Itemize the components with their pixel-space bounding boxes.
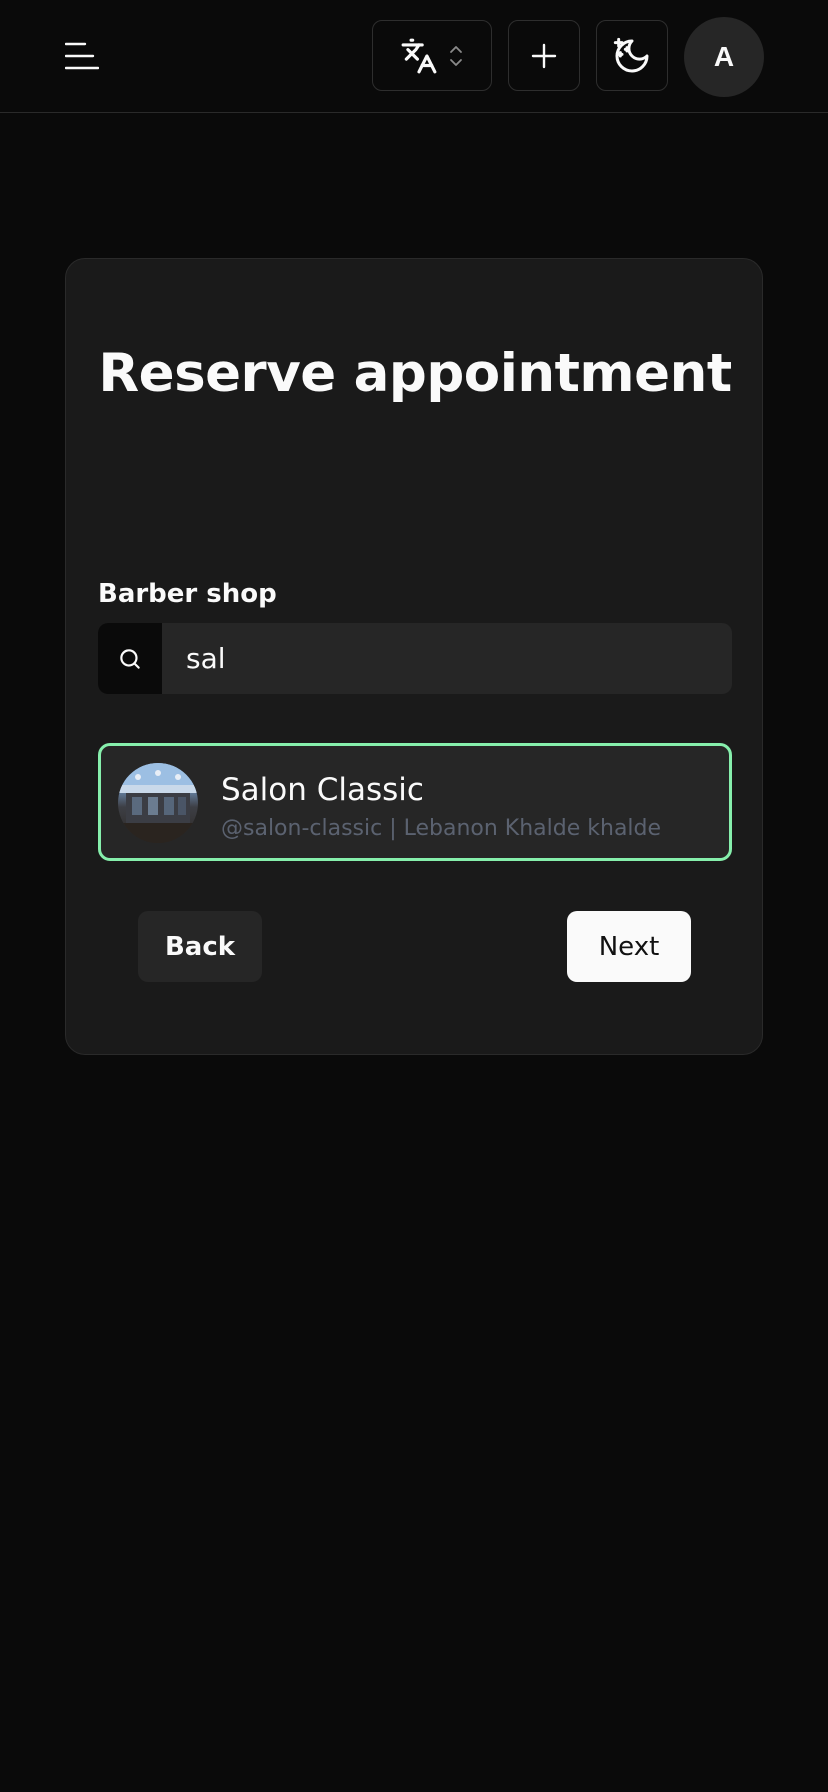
result-name: Salon Classic — [221, 772, 424, 808]
barber-shop-search-input[interactable] — [162, 623, 732, 694]
language-selector[interactable] — [372, 20, 492, 91]
salon-photo — [118, 763, 198, 843]
page-title: Reserve appointment — [98, 343, 732, 404]
chevrons-up-down-icon — [450, 45, 462, 66]
translate-icon — [401, 38, 437, 73]
menu-icon — [65, 42, 99, 70]
moon-stars-icon — [613, 37, 649, 72]
back-button[interactable]: Back — [138, 911, 262, 982]
search-icon — [120, 648, 140, 669]
barber-shop-label: Barber shop — [98, 579, 277, 609]
reserve-appointment-card: Reserve appointment Barber shop sal Salo… — [65, 258, 763, 1055]
search-icon-box — [98, 623, 162, 694]
theme-toggle-button[interactable] — [596, 20, 668, 91]
search-result-salon-classic[interactable]: Salon Classic @salon-classic | Lebanon K… — [98, 743, 732, 861]
barber-shop-search — [98, 623, 732, 694]
avatar-initial: A — [713, 41, 735, 72]
result-meta: @salon-classic | Lebanon Khalde khalde — [221, 816, 662, 841]
user-avatar[interactable]: A — [684, 17, 764, 97]
plus-icon — [531, 43, 557, 68]
next-button[interactable]: Next — [567, 911, 691, 982]
add-button[interactable] — [508, 20, 580, 91]
top-bar: A — [0, 0, 828, 113]
menu-button[interactable] — [62, 38, 102, 74]
